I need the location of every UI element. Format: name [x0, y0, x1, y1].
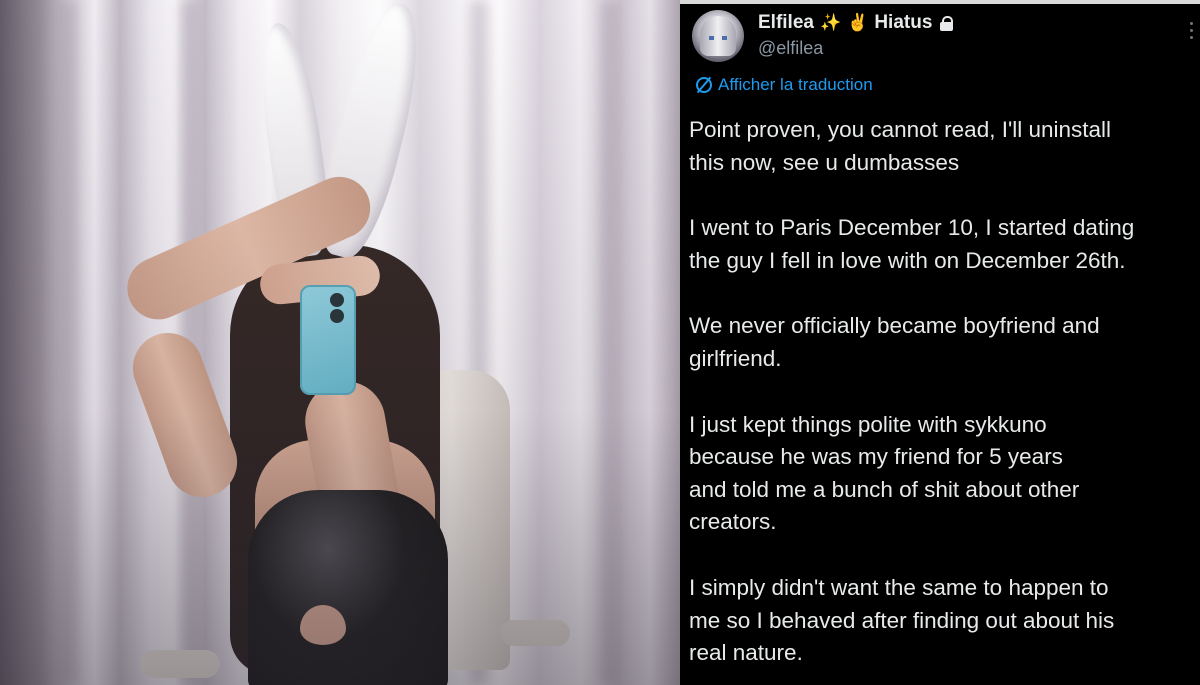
- translate-link[interactable]: Afficher la traduction: [696, 75, 873, 95]
- tweet-line: the guy I fell in love with on December …: [689, 247, 1126, 273]
- handle[interactable]: @elfilea: [758, 38, 823, 59]
- tweet-paragraph: We never officially became boyfriend and…: [689, 310, 1199, 375]
- tweet-paragraph: Point proven, you cannot read, I'll unin…: [689, 114, 1199, 179]
- hand-icon: ✌: [847, 13, 869, 32]
- translate-icon: [696, 77, 712, 93]
- sparkles-icon: ✨: [819, 13, 842, 32]
- tweet-paragraph: I just kept things polite with sykkuno be…: [689, 409, 1199, 539]
- tweet-line: creators.: [689, 509, 777, 535]
- tweet-line: me so I behaved after finding out about …: [689, 607, 1115, 633]
- author-name-row: Elfilea ✨ ✌ Hiatus: [758, 12, 954, 34]
- tweet-line: and told me a bunch of shit about other: [689, 476, 1080, 502]
- tweet-paragraph: I went to Paris December 10, I started d…: [689, 212, 1199, 277]
- tweet-line: We never officially became boyfriend and: [689, 313, 1100, 339]
- tweet-line: I simply didn't want the same to happen …: [689, 574, 1109, 600]
- tweet-card: Elfilea ✨ ✌ Hiatus @elfilea Afficher la …: [680, 0, 1200, 685]
- tweet-line: girlfriend.: [689, 345, 782, 371]
- avatar[interactable]: [692, 10, 744, 62]
- display-name[interactable]: Elfilea: [758, 12, 814, 34]
- lock-icon: [940, 16, 954, 31]
- tweet-line: this now, see u dumbasses: [689, 149, 960, 175]
- status-text: Hiatus: [874, 12, 933, 33]
- tweet-line: because he was my friend for 5 years: [689, 444, 1063, 470]
- more-options-icon[interactable]: [1190, 22, 1194, 40]
- translate-label: Afficher la traduction: [718, 75, 873, 94]
- tweet-paragraph: I simply didn't want the same to happen …: [689, 572, 1199, 670]
- tweet-line: real nature.: [689, 640, 803, 666]
- tweet-line: I just kept things polite with sykkuno: [689, 411, 1047, 437]
- tweet-line: Point proven, you cannot read, I'll unin…: [689, 117, 1112, 142]
- tweet-text: Point proven, you cannot read, I'll unin…: [689, 114, 1199, 670]
- tweet-line: I went to Paris December 10, I started d…: [689, 215, 1135, 241]
- bunny-cosplay-photo: [0, 0, 680, 685]
